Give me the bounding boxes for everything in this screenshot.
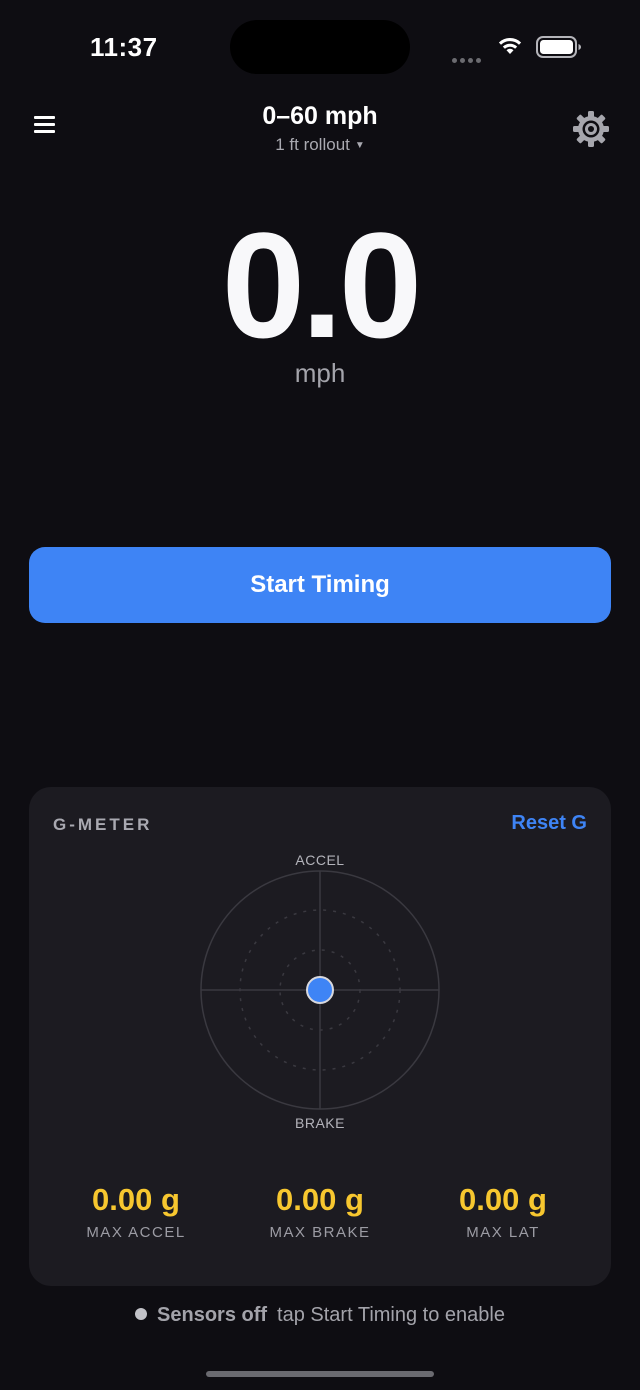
cellular-signal-icon [452,50,484,68]
g-force-indicator-dot [306,976,334,1004]
stat-label: MAX LAT [466,1224,540,1241]
home-indicator[interactable] [206,1371,434,1377]
wifi-icon [498,38,522,54]
status-bar: 11:37 [0,0,640,95]
stat-max-lat: 0.00 g MAX LAT [413,1182,593,1241]
dynamic-island [230,20,410,74]
accel-axis-label: ACCEL [295,852,345,868]
nav-header: 0–60 mph 1 ft rollout ▼ [0,100,640,160]
stat-max-accel: 0.00 g MAX ACCEL [46,1182,226,1241]
caret-down-icon: ▼ [354,140,365,151]
gmeter-title: G-METER [53,815,153,834]
stat-value: 0.00 g [276,1182,364,1217]
status-time: 11:37 [90,32,158,62]
stat-label: MAX ACCEL [86,1224,186,1241]
speed-value: 0.0 [221,201,423,369]
stat-value: 0.00 g [92,1182,180,1217]
sensor-hint: tap Start Timing to enable [277,1304,505,1326]
stat-value: 0.00 g [459,1182,547,1217]
gear-icon[interactable] [572,110,610,148]
gmeter-stats: 0.00 g MAX ACCEL 0.00 g MAX BRAKE 0.00 g… [29,1182,611,1252]
sensor-status: Sensors off tap Start Timing to enable [0,1304,640,1327]
stat-max-brake: 0.00 g MAX BRAKE [230,1182,410,1241]
speed-unit: mph [294,358,346,388]
rollout-label: 1 ft rollout [275,135,350,154]
sensor-status-dot-icon [135,1308,148,1320]
brake-axis-label: BRAKE [295,1115,345,1131]
battery-icon [536,36,581,58]
stat-label: MAX BRAKE [269,1224,371,1241]
sensor-state: Sensors off [157,1304,268,1326]
mode-title: 0–60 mph [262,102,378,130]
rollout-selector[interactable]: 1 ft rollout ▼ [0,135,640,155]
gmeter-dial [200,870,440,1110]
start-timing-button[interactable]: Start Timing [29,547,611,623]
reset-g-button[interactable]: Reset G [511,812,587,835]
gmeter-card: G-METER Reset G ACCEL BRAKE 0.00 g MAX A… [29,787,611,1286]
